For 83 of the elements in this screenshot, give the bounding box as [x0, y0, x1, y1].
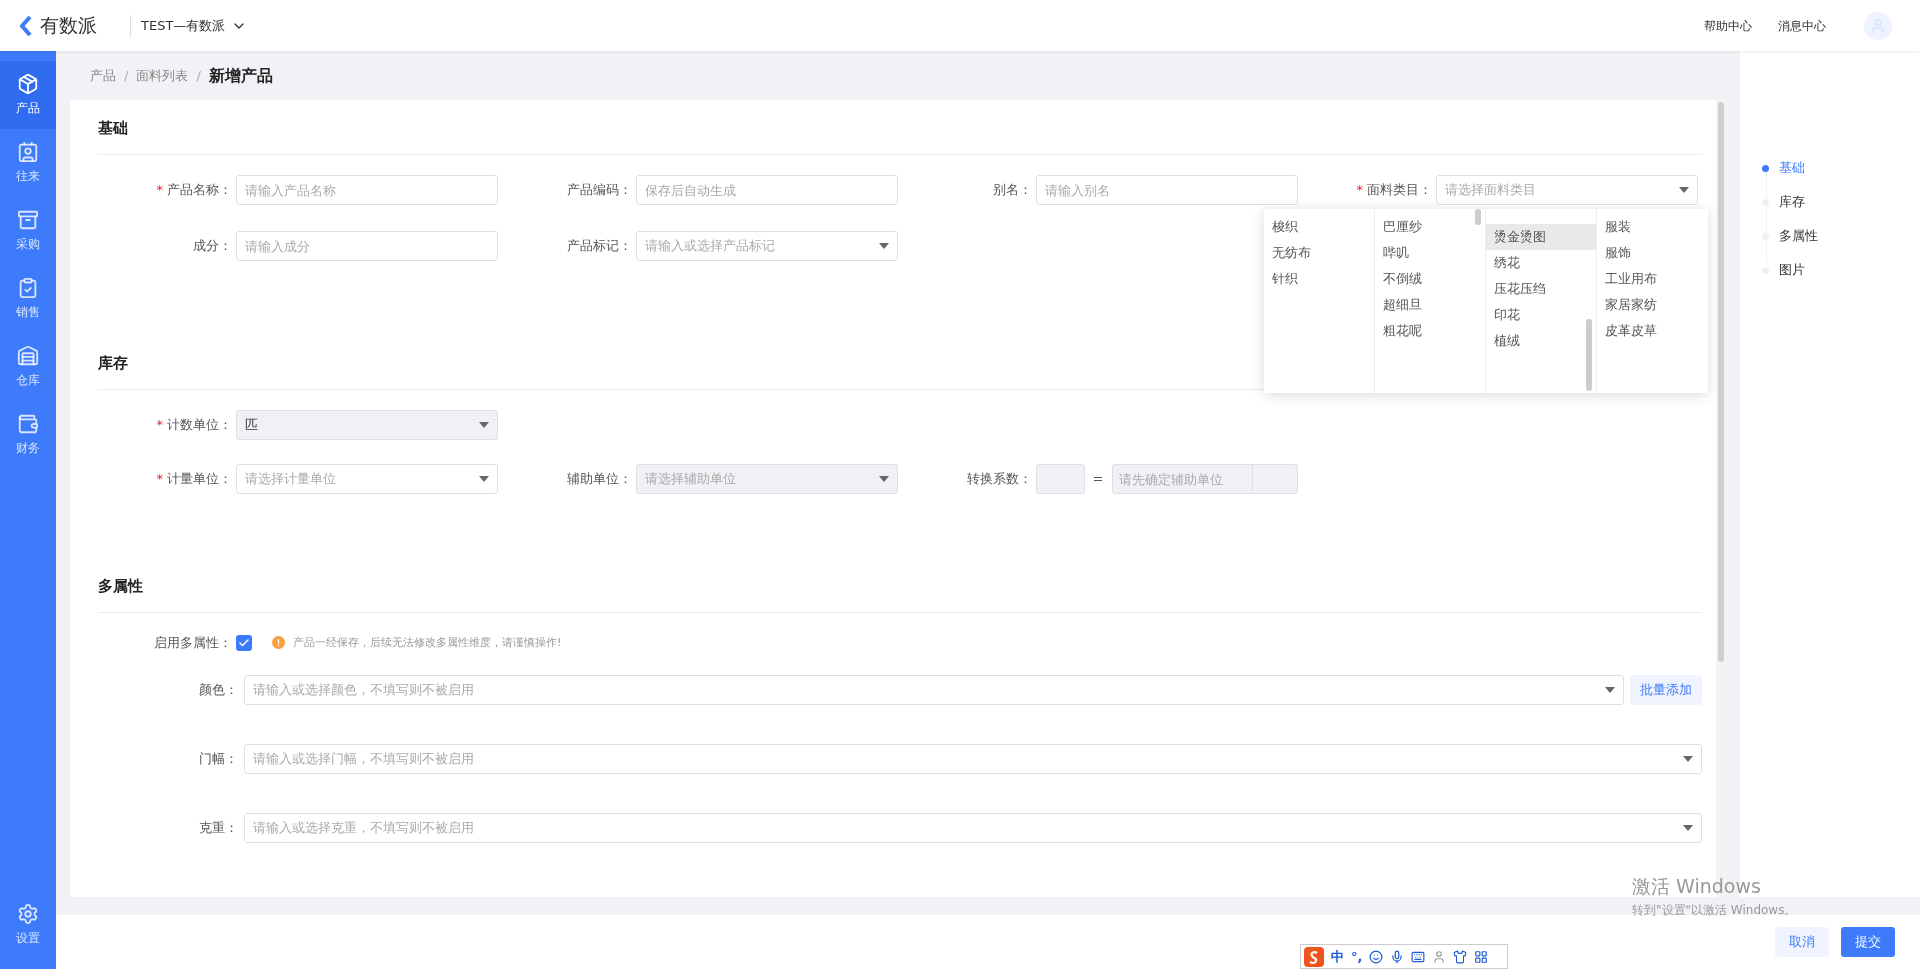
text-field[interactable]: 请输入产品名称: [236, 175, 498, 205]
caret-icon: [479, 422, 489, 428]
archive-icon: [17, 209, 39, 231]
field-label: 成分：: [193, 237, 232, 256]
caret-icon: [879, 243, 889, 249]
required-mark: *: [156, 416, 163, 435]
checkbox[interactable]: [236, 634, 252, 651]
caret-icon: [1679, 187, 1689, 193]
anchor-link[interactable]: 多属性: [1762, 219, 1920, 253]
category-option[interactable]: 烫金烫图: [1486, 224, 1596, 250]
header-link[interactable]: 帮助中心: [1704, 16, 1752, 35]
person-icon[interactable]: [1432, 949, 1447, 964]
caret-icon: [1683, 755, 1693, 762]
nav-label: 仓库: [16, 372, 40, 389]
field-label: 启用多属性：: [154, 634, 232, 652]
required-mark: *: [156, 181, 163, 200]
shirt-icon[interactable]: [1453, 949, 1468, 964]
section-title: 多属性: [98, 577, 143, 595]
required-mark: *: [156, 470, 163, 489]
wallet-icon: [17, 413, 39, 435]
nav-label: 设置: [16, 930, 40, 947]
nav-label: 往来: [16, 168, 40, 185]
contact-card-icon: [17, 141, 39, 163]
text-field[interactable]: 请输入成分: [236, 231, 498, 261]
text-field[interactable]: 请输入别名: [1036, 175, 1298, 205]
ratio-field[interactable]: [1036, 464, 1085, 494]
field-label: 辅助单位：: [567, 470, 632, 489]
field-label: 门幅：: [199, 749, 238, 768]
person-icon: [1870, 17, 1886, 34]
warning-text: 产品一经保存，后续无法修改多属性维度，请谨慎操作!: [293, 634, 562, 651]
section-title: 库存: [98, 354, 128, 372]
field-label: 面料类目：: [1367, 181, 1432, 200]
nav-label: 销售: [16, 304, 40, 321]
nav-label: 财务: [16, 440, 40, 457]
package-icon: [17, 73, 39, 95]
scrollbar-thumb[interactable]: [1586, 319, 1592, 391]
header-link[interactable]: 消息中心: [1778, 16, 1826, 35]
submit-button[interactable]: 提交: [1841, 927, 1895, 957]
nav-item[interactable]: 产品: [0, 61, 56, 129]
cancel-button[interactable]: 取消: [1775, 927, 1829, 957]
caret-icon: [1683, 824, 1693, 831]
field-label: 产品标记：: [567, 237, 632, 256]
nav-label: 产品: [16, 100, 40, 117]
caret-icon: [1605, 686, 1615, 693]
field-label: 产品名称：: [167, 181, 232, 200]
ime-mode[interactable]: 中: [1331, 946, 1344, 967]
scrollbar-thumb[interactable]: [1475, 209, 1481, 225]
caret-icon: [479, 476, 489, 482]
field-label: 克重：: [199, 818, 238, 837]
section-title: 基础: [98, 119, 128, 137]
nav-label: 采购: [16, 236, 40, 253]
clipboard-icon: [17, 277, 39, 299]
warehouse-icon: [17, 345, 39, 367]
breadcrumb-separator: /: [196, 66, 201, 85]
settings-icon: [17, 903, 39, 925]
field-label: 颜色：: [199, 680, 238, 699]
field-label: 别名：: [993, 181, 1032, 200]
logo-text: 有数派: [40, 13, 97, 39]
equals-sign: =: [1092, 470, 1104, 489]
keyboard-icon[interactable]: [1411, 949, 1426, 964]
page-title: 新增产品: [208, 64, 273, 87]
microphone-icon[interactable]: [1390, 949, 1405, 964]
org-switcher[interactable]: TEST—有数派: [141, 15, 248, 36]
emoji-icon[interactable]: [1369, 949, 1384, 964]
anchor-link[interactable]: 库存: [1762, 185, 1920, 219]
anchor-link[interactable]: 图片: [1762, 253, 1920, 287]
anchor-link[interactable]: 基础: [1762, 151, 1920, 185]
activation-hint: 转到"设置"以激活 Windows。: [1632, 901, 1797, 919]
field-label: 计量单位：: [167, 470, 232, 489]
activation-title: 激活 Windows: [1632, 874, 1762, 899]
batch-add-button[interactable]: 批量添加: [1630, 674, 1702, 705]
breadcrumb-separator: /: [124, 66, 129, 85]
grid-icon[interactable]: [1474, 949, 1489, 964]
warning-icon: [272, 636, 285, 650]
required-mark: *: [1356, 181, 1363, 200]
field-label: 转换系数：: [967, 470, 1032, 489]
scrollbar-thumb[interactable]: [1718, 102, 1724, 662]
text-field[interactable]: 保存后自动生成: [636, 175, 898, 205]
caret-icon: [879, 476, 889, 482]
check-icon: [238, 636, 250, 649]
ime-punctuation[interactable]: °,: [1351, 946, 1363, 967]
field-label: 产品编码：: [567, 181, 632, 200]
field-label: 计数单位：: [167, 416, 232, 435]
